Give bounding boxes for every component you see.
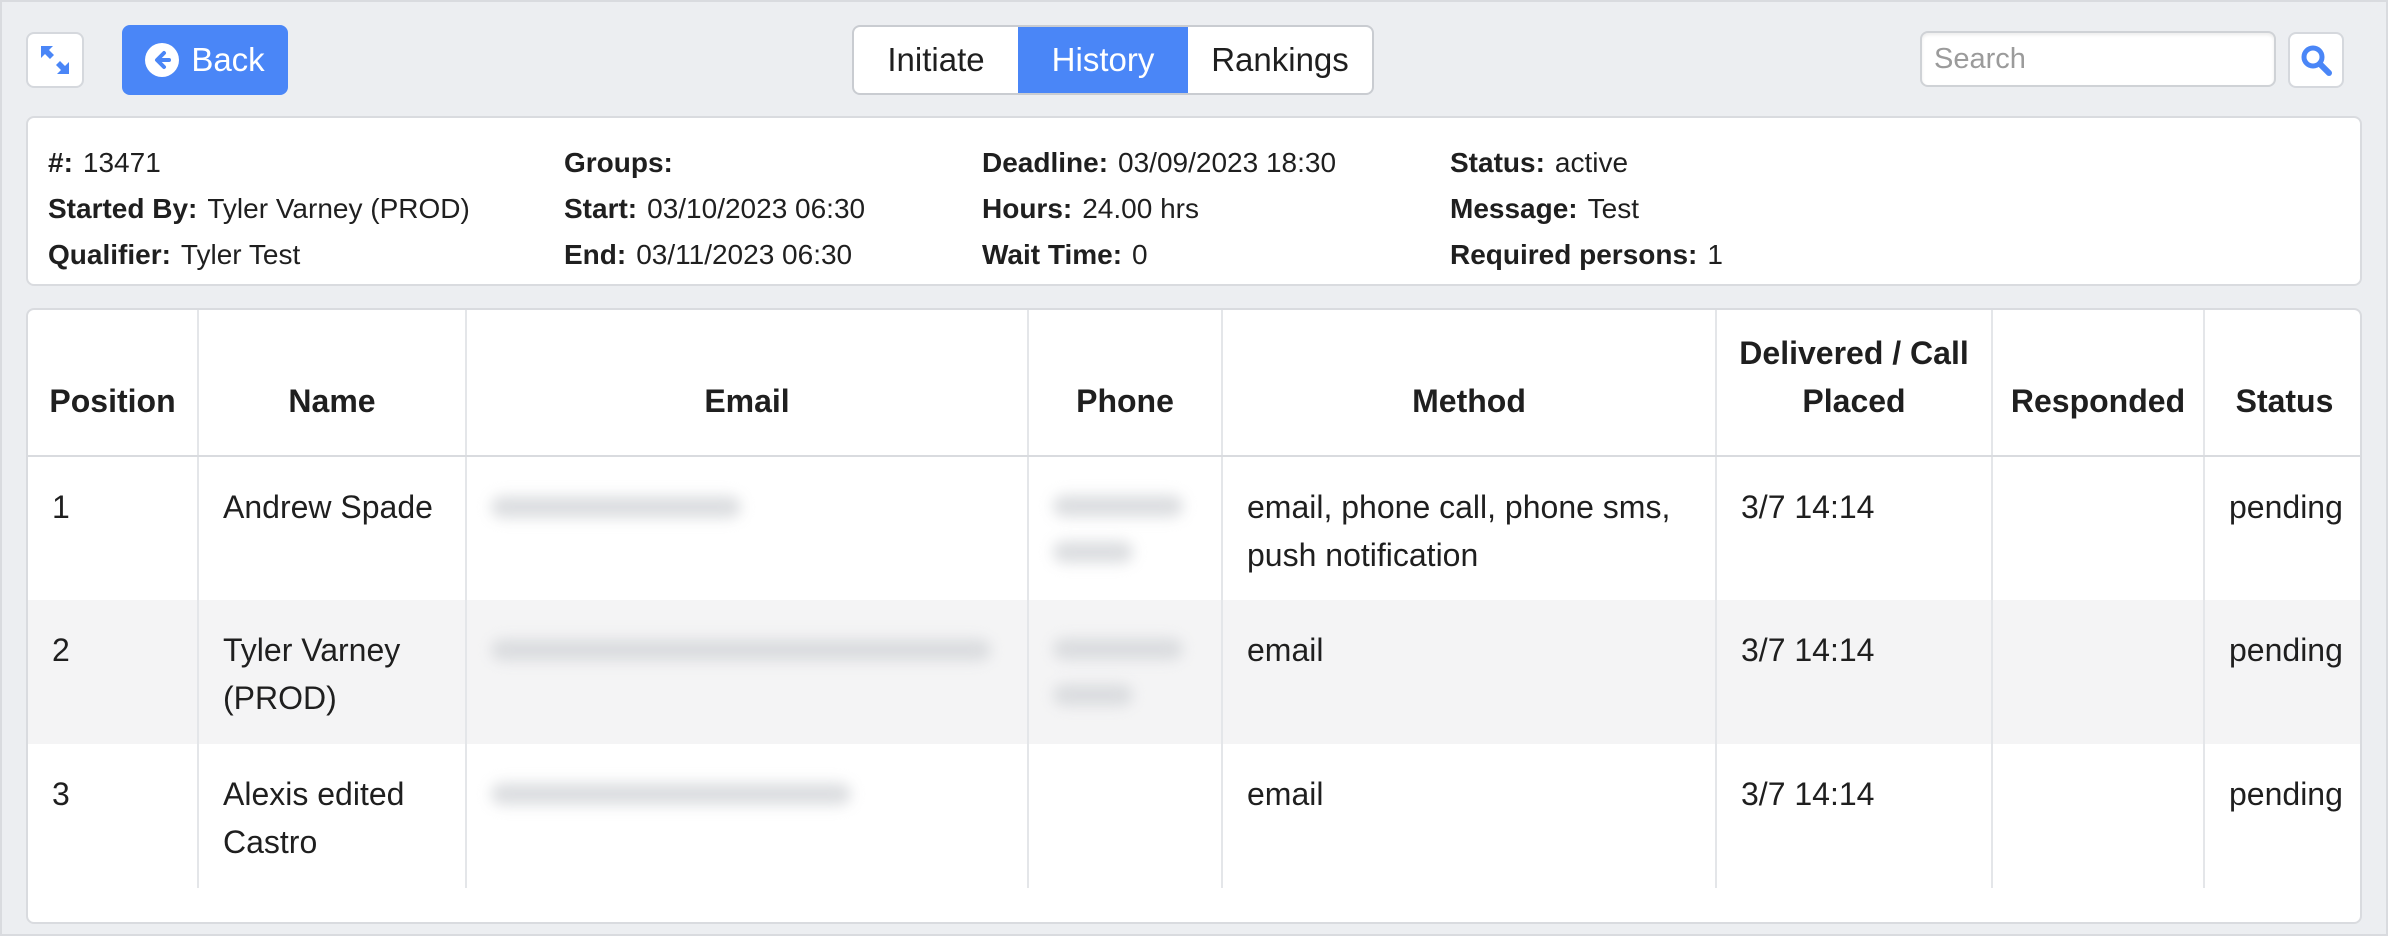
redacted-phone [1053,626,1197,706]
cell-position: 1 [28,456,199,600]
header-method[interactable]: Method [1222,310,1717,457]
cell-name: Tyler Varney (PROD) [198,600,467,744]
request-info-panel: #: 13471 Started By: Tyler Varney (PROD) Q… [26,116,2362,286]
header-status[interactable]: Status [2204,310,2360,457]
cell-responded [1992,744,2205,888]
cell-phone [1028,600,1223,744]
info-message-label: Message: [1450,193,1578,224]
info-column-2: Groups: Start: 03/10/2023 06:30 End: 03/11… [564,140,865,278]
info-message-value: Test [1587,193,1639,224]
info-start-value: 03/10/2023 06:30 [647,193,866,224]
info-end-value: 03/11/2023 06:30 [636,239,853,270]
arrow-left-circle-icon [145,43,180,77]
cell-name: Alexis edited Castro [198,744,467,888]
search-icon [2301,45,2332,76]
info-deadline-value: 03/09/2023 18:30 [1118,147,1337,178]
info-column-3: Deadline: 03/09/2023 18:30 Hours: 24.00 hr… [982,140,1336,278]
cell-delivered: 3/7 14:14 [1716,744,1993,888]
info-status-value: active [1554,147,1629,178]
info-started-by-label: Started By: [48,193,198,224]
info-required-persons: Required persons: 1 [1450,232,1723,278]
cell-method: email [1222,600,1717,744]
info-required-persons-label: Required persons: [1450,239,1698,270]
header-name[interactable]: Name [198,310,467,457]
redacted-phone [1053,483,1197,563]
info-message: Message: Test [1450,186,1723,232]
info-qualifier-value: Tyler Test [180,239,301,270]
cell-status: pending [2229,489,2343,525]
info-id-value: 13471 [82,147,161,178]
cell-email [466,744,1029,888]
table-row: 2 Tyler Varney (PROD) email 3/7 14:14 pe… [28,600,2360,744]
header-position[interactable]: Position [28,310,199,457]
info-groups-label: Groups: [564,147,673,178]
cell-method: email, phone call, phone sms, push notif… [1222,456,1717,600]
tab-history[interactable]: History [1018,27,1188,93]
history-table: Position Name Email Phone Method Deliver… [28,310,2360,888]
info-start-label: Start: [564,193,638,224]
table-header-row: Position Name Email Phone Method Deliver… [28,310,2360,457]
info-deadline: Deadline: 03/09/2023 18:30 [982,140,1336,186]
cell-position: 2 [28,600,199,744]
table-row: 1 Andrew Spade email, phone call, phone … [28,456,2360,600]
cell-email [466,456,1029,600]
info-hours-value: 24.00 hrs [1082,193,1199,224]
info-qualifier-label: Qualifier: [48,239,171,270]
info-deadline-label: Deadline: [982,147,1109,178]
info-wait-time: Wait Time: 0 [982,232,1336,278]
info-end-label: End: [564,239,627,270]
expand-button[interactable] [26,32,84,88]
cell-phone [1028,744,1223,888]
info-status: Status: active [1450,140,1723,186]
tab-initiate[interactable]: Initiate [854,27,1018,93]
back-button[interactable]: Back [122,25,288,95]
redacted-email [491,783,851,805]
header-delivered[interactable]: Delivered / Call Placed [1716,310,1993,457]
info-started-by: Started By: Tyler Varney (PROD) [48,186,470,232]
info-groups: Groups: [564,140,865,186]
header-phone[interactable]: Phone [1028,310,1223,457]
info-hours: Hours: 24.00 hrs [982,186,1336,232]
view-tabs: Initiate History Rankings [852,25,1374,95]
cell-position: 3 [28,744,199,888]
redacted-email [491,639,991,661]
search-button[interactable] [2288,32,2344,88]
info-qualifier: Qualifier: Tyler Test [48,232,470,278]
cell-status: pending [2204,600,2360,744]
cell-phone [1028,456,1223,600]
cell-status: pending [2229,776,2343,812]
info-column-4: Status: active Message: Test Required pers… [1450,140,1723,278]
info-hours-label: Hours: [982,193,1073,224]
search-input[interactable] [1920,31,2276,87]
back-button-label: Back [191,41,265,78]
expand-icon [41,46,69,74]
info-wait-time-value: 0 [1132,239,1148,270]
cell-responded [1992,600,2205,744]
info-id-label: #: [48,147,73,178]
cell-delivered: 3/7 14:14 [1716,600,1993,744]
info-column-1: #: 13471 Started By: Tyler Varney (PROD) Q… [48,140,470,278]
app-frame: Back Initiate History Rankings #: 13471 S… [0,0,2388,936]
table-row: 3 Alexis edited Castro email 3/7 14:14 p… [28,744,2360,888]
info-id: #: 13471 [48,140,470,186]
history-table-card: Position Name Email Phone Method Deliver… [26,308,2362,924]
cell-email [466,600,1029,744]
info-status-label: Status: [1450,147,1545,178]
header-email[interactable]: Email [466,310,1029,457]
cell-name: Andrew Spade [198,456,467,600]
redacted-email [491,496,741,518]
cell-responded [1992,456,2205,600]
cell-method: email [1222,744,1717,888]
cell-delivered: 3/7 14:14 [1716,456,1993,600]
info-started-by-value: Tyler Varney (PROD) [207,193,470,224]
info-wait-time-label: Wait Time: [982,239,1123,270]
info-required-persons-value: 1 [1707,239,1723,270]
tab-rankings[interactable]: Rankings [1188,27,1372,93]
info-start: Start: 03/10/2023 06:30 [564,186,865,232]
info-end: End: 03/11/2023 06:30 [564,232,865,278]
header-responded[interactable]: Responded [1992,310,2205,457]
